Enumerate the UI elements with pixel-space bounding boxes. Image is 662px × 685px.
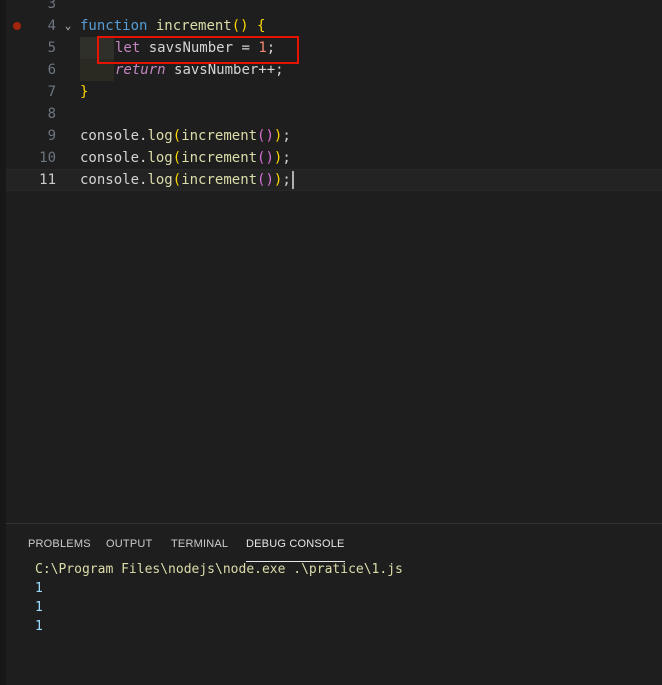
console-command-line: C:\Program Files\nodejs\node.exe .\prati… [35, 562, 403, 577]
code-text[interactable]: function increment() { [80, 15, 265, 37]
tab-terminal[interactable]: TERMINAL [171, 534, 228, 562]
code-line-4[interactable]: 4 ⌄ function increment() { [0, 15, 662, 37]
breakpoint-icon[interactable] [13, 22, 21, 30]
line-number: 8 [47, 106, 56, 122]
code-text[interactable]: console.log(increment()); [80, 169, 294, 191]
tab-output[interactable]: OUTPUT [106, 534, 152, 562]
code-line-11[interactable]: 11 console.log(increment()); [0, 169, 662, 191]
code-line-3[interactable]: 3 [0, 0, 662, 15]
text-cursor [291, 171, 294, 189]
line-number: 4 [47, 18, 56, 34]
code-line-9[interactable]: 9 console.log(increment()); [0, 125, 662, 147]
line-number: 7 [47, 84, 56, 100]
line-number: 11 [39, 172, 56, 188]
console-output-line: 1 [35, 581, 43, 596]
chevron-down-icon[interactable]: ⌄ [62, 15, 74, 37]
code-line-10[interactable]: 10 console.log(increment()); [0, 147, 662, 169]
tab-problems[interactable]: PROBLEMS [28, 534, 91, 562]
annotation-highlight-box [97, 36, 299, 64]
debug-console-output[interactable]: C:\Program Files\nodejs\node.exe .\prati… [35, 560, 403, 636]
line-number: 3 [47, 0, 56, 12]
bottom-panel: PROBLEMS OUTPUT TERMINAL DEBUG CONSOLE C… [6, 523, 662, 685]
console-output-line: 1 [35, 600, 43, 615]
code-line-8[interactable]: 8 [0, 103, 662, 125]
code-text[interactable]: } [80, 81, 88, 103]
code-editor[interactable]: 3 4 ⌄ function increment() { 5 let savsN… [0, 0, 662, 523]
code-text[interactable]: console.log(increment()); [80, 147, 291, 169]
line-number: 5 [47, 40, 56, 56]
code-line-7[interactable]: 7 } [0, 81, 662, 103]
code-text[interactable]: console.log(increment()); [80, 125, 291, 147]
line-number: 6 [47, 62, 56, 78]
line-number: 10 [39, 150, 56, 166]
tab-debug-console[interactable]: DEBUG CONSOLE [246, 534, 345, 562]
line-number: 9 [47, 128, 56, 144]
console-output-line: 1 [35, 619, 43, 634]
